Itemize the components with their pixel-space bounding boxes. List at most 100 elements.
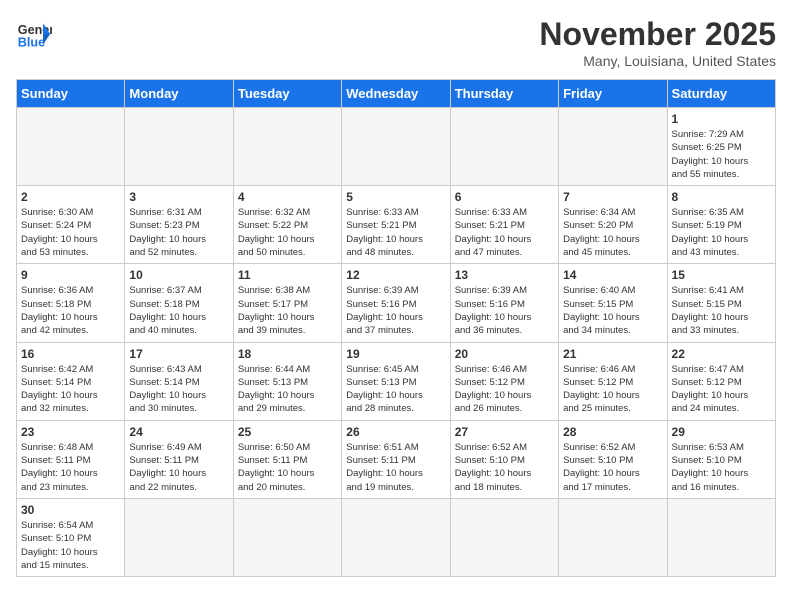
- calendar-cell: [342, 108, 450, 186]
- calendar-cell: 30 Sunrise: 6:54 AM Sunset: 5:10 PM Dayli…: [17, 498, 125, 576]
- day-number: 15: [672, 268, 771, 282]
- header: General Blue November 2025 Many, Louisia…: [16, 16, 776, 69]
- day-info: Sunrise: 6:42 AM Sunset: 5:14 PM Dayligh…: [21, 363, 120, 416]
- day-info: Sunrise: 7:29 AM Sunset: 6:25 PM Dayligh…: [672, 128, 771, 181]
- day-number: 27: [455, 425, 554, 439]
- day-info: Sunrise: 6:52 AM Sunset: 5:10 PM Dayligh…: [563, 441, 662, 494]
- day-info: Sunrise: 6:53 AM Sunset: 5:10 PM Dayligh…: [672, 441, 771, 494]
- day-number: 26: [346, 425, 445, 439]
- day-info: Sunrise: 6:35 AM Sunset: 5:19 PM Dayligh…: [672, 206, 771, 259]
- calendar-week-3: 9Sunrise: 6:36 AM Sunset: 5:18 PM Daylig…: [17, 264, 776, 342]
- calendar-cell: 2Sunrise: 6:30 AM Sunset: 5:24 PM Daylig…: [17, 186, 125, 264]
- day-info: Sunrise: 6:36 AM Sunset: 5:18 PM Dayligh…: [21, 284, 120, 337]
- day-number: 14: [563, 268, 662, 282]
- calendar-cell: 1 Sunrise: 7:29 AM Sunset: 6:25 PM Daylig…: [667, 108, 775, 186]
- day-info: Sunrise: 6:33 AM Sunset: 5:21 PM Dayligh…: [455, 206, 554, 259]
- calendar-cell: 21 Sunrise: 6:46 AM Sunset: 5:12 PM Dayli…: [559, 342, 667, 420]
- calendar-cell: 12Sunrise: 6:39 AM Sunset: 5:16 PM Dayli…: [342, 264, 450, 342]
- calendar-cell: [559, 108, 667, 186]
- calendar: SundayMondayTuesdayWednesdayThursdayFrid…: [16, 79, 776, 577]
- day-number: 30: [21, 503, 120, 517]
- day-number: 23: [21, 425, 120, 439]
- calendar-cell: 5Sunrise: 6:33 AM Sunset: 5:21 PM Daylig…: [342, 186, 450, 264]
- day-info: Sunrise: 6:45 AM Sunset: 5:13 PM Dayligh…: [346, 363, 445, 416]
- calendar-cell: 29 Sunrise: 6:53 AM Sunset: 5:10 PM Dayli…: [667, 420, 775, 498]
- day-info: Sunrise: 6:52 AM Sunset: 5:10 PM Dayligh…: [455, 441, 554, 494]
- day-info: Sunrise: 6:46 AM Sunset: 5:12 PM Dayligh…: [455, 363, 554, 416]
- day-number: 8: [672, 190, 771, 204]
- day-number: 1: [672, 112, 771, 126]
- day-number: 11: [238, 268, 337, 282]
- calendar-header-sunday: Sunday: [17, 80, 125, 108]
- day-info: Sunrise: 6:32 AM Sunset: 5:22 PM Dayligh…: [238, 206, 337, 259]
- calendar-cell: 25Sunrise: 6:50 AM Sunset: 5:11 PM Dayli…: [233, 420, 341, 498]
- month-title: November 2025: [539, 16, 776, 53]
- day-info: Sunrise: 6:51 AM Sunset: 5:11 PM Dayligh…: [346, 441, 445, 494]
- location: Many, Louisiana, United States: [539, 53, 776, 69]
- calendar-cell: 23 Sunrise: 6:48 AM Sunset: 5:11 PM Dayli…: [17, 420, 125, 498]
- day-number: 22: [672, 347, 771, 361]
- calendar-cell: 11 Sunrise: 6:38 AM Sunset: 5:17 PM Dayli…: [233, 264, 341, 342]
- day-number: 19: [346, 347, 445, 361]
- day-info: Sunrise: 6:48 AM Sunset: 5:11 PM Dayligh…: [21, 441, 120, 494]
- calendar-cell: 17Sunrise: 6:43 AM Sunset: 5:14 PM Dayli…: [125, 342, 233, 420]
- calendar-cell: 9Sunrise: 6:36 AM Sunset: 5:18 PM Daylig…: [17, 264, 125, 342]
- calendar-cell: 4 Sunrise: 6:32 AM Sunset: 5:22 PM Daylig…: [233, 186, 341, 264]
- calendar-cell: 24 Sunrise: 6:49 AM Sunset: 5:11 PM Dayli…: [125, 420, 233, 498]
- calendar-cell: [450, 498, 558, 576]
- calendar-cell: [342, 498, 450, 576]
- calendar-header-wednesday: Wednesday: [342, 80, 450, 108]
- day-info: Sunrise: 6:44 AM Sunset: 5:13 PM Dayligh…: [238, 363, 337, 416]
- day-info: Sunrise: 6:54 AM Sunset: 5:10 PM Dayligh…: [21, 519, 120, 572]
- day-info: Sunrise: 6:30 AM Sunset: 5:24 PM Dayligh…: [21, 206, 120, 259]
- logo: General Blue: [16, 16, 52, 52]
- day-number: 24: [129, 425, 228, 439]
- day-info: Sunrise: 6:40 AM Sunset: 5:15 PM Dayligh…: [563, 284, 662, 337]
- calendar-cell: [233, 108, 341, 186]
- calendar-header-thursday: Thursday: [450, 80, 558, 108]
- day-number: 12: [346, 268, 445, 282]
- day-info: Sunrise: 6:41 AM Sunset: 5:15 PM Dayligh…: [672, 284, 771, 337]
- day-number: 18: [238, 347, 337, 361]
- calendar-cell: 20 Sunrise: 6:46 AM Sunset: 5:12 PM Dayli…: [450, 342, 558, 420]
- calendar-week-6: 30 Sunrise: 6:54 AM Sunset: 5:10 PM Dayli…: [17, 498, 776, 576]
- svg-text:Blue: Blue: [18, 36, 45, 50]
- day-number: 28: [563, 425, 662, 439]
- title-area: November 2025 Many, Louisiana, United St…: [539, 16, 776, 69]
- calendar-header-tuesday: Tuesday: [233, 80, 341, 108]
- calendar-header-friday: Friday: [559, 80, 667, 108]
- calendar-cell: [125, 498, 233, 576]
- day-number: 17: [129, 347, 228, 361]
- day-number: 5: [346, 190, 445, 204]
- calendar-cell: 6 Sunrise: 6:33 AM Sunset: 5:21 PM Daylig…: [450, 186, 558, 264]
- calendar-cell: 27 Sunrise: 6:52 AM Sunset: 5:10 PM Dayli…: [450, 420, 558, 498]
- calendar-cell: [125, 108, 233, 186]
- day-info: Sunrise: 6:38 AM Sunset: 5:17 PM Dayligh…: [238, 284, 337, 337]
- day-number: 10: [129, 268, 228, 282]
- day-number: 21: [563, 347, 662, 361]
- calendar-cell: [17, 108, 125, 186]
- calendar-cell: 19 Sunrise: 6:45 AM Sunset: 5:13 PM Dayli…: [342, 342, 450, 420]
- day-number: 4: [238, 190, 337, 204]
- calendar-cell: 8 Sunrise: 6:35 AM Sunset: 5:19 PM Daylig…: [667, 186, 775, 264]
- day-number: 3: [129, 190, 228, 204]
- calendar-header-monday: Monday: [125, 80, 233, 108]
- calendar-cell: 7Sunrise: 6:34 AM Sunset: 5:20 PM Daylig…: [559, 186, 667, 264]
- calendar-header-saturday: Saturday: [667, 80, 775, 108]
- calendar-week-2: 2Sunrise: 6:30 AM Sunset: 5:24 PM Daylig…: [17, 186, 776, 264]
- calendar-week-5: 23 Sunrise: 6:48 AM Sunset: 5:11 PM Dayli…: [17, 420, 776, 498]
- calendar-cell: 22 Sunrise: 6:47 AM Sunset: 5:12 PM Dayli…: [667, 342, 775, 420]
- day-info: Sunrise: 6:49 AM Sunset: 5:11 PM Dayligh…: [129, 441, 228, 494]
- calendar-cell: 14 Sunrise: 6:40 AM Sunset: 5:15 PM Dayli…: [559, 264, 667, 342]
- day-info: Sunrise: 6:39 AM Sunset: 5:16 PM Dayligh…: [455, 284, 554, 337]
- day-info: Sunrise: 6:47 AM Sunset: 5:12 PM Dayligh…: [672, 363, 771, 416]
- day-info: Sunrise: 6:37 AM Sunset: 5:18 PM Dayligh…: [129, 284, 228, 337]
- day-number: 20: [455, 347, 554, 361]
- day-number: 29: [672, 425, 771, 439]
- day-info: Sunrise: 6:34 AM Sunset: 5:20 PM Dayligh…: [563, 206, 662, 259]
- calendar-cell: 13Sunrise: 6:39 AM Sunset: 5:16 PM Dayli…: [450, 264, 558, 342]
- calendar-week-4: 16Sunrise: 6:42 AM Sunset: 5:14 PM Dayli…: [17, 342, 776, 420]
- day-number: 6: [455, 190, 554, 204]
- day-info: Sunrise: 6:46 AM Sunset: 5:12 PM Dayligh…: [563, 363, 662, 416]
- calendar-cell: 26 Sunrise: 6:51 AM Sunset: 5:11 PM Dayli…: [342, 420, 450, 498]
